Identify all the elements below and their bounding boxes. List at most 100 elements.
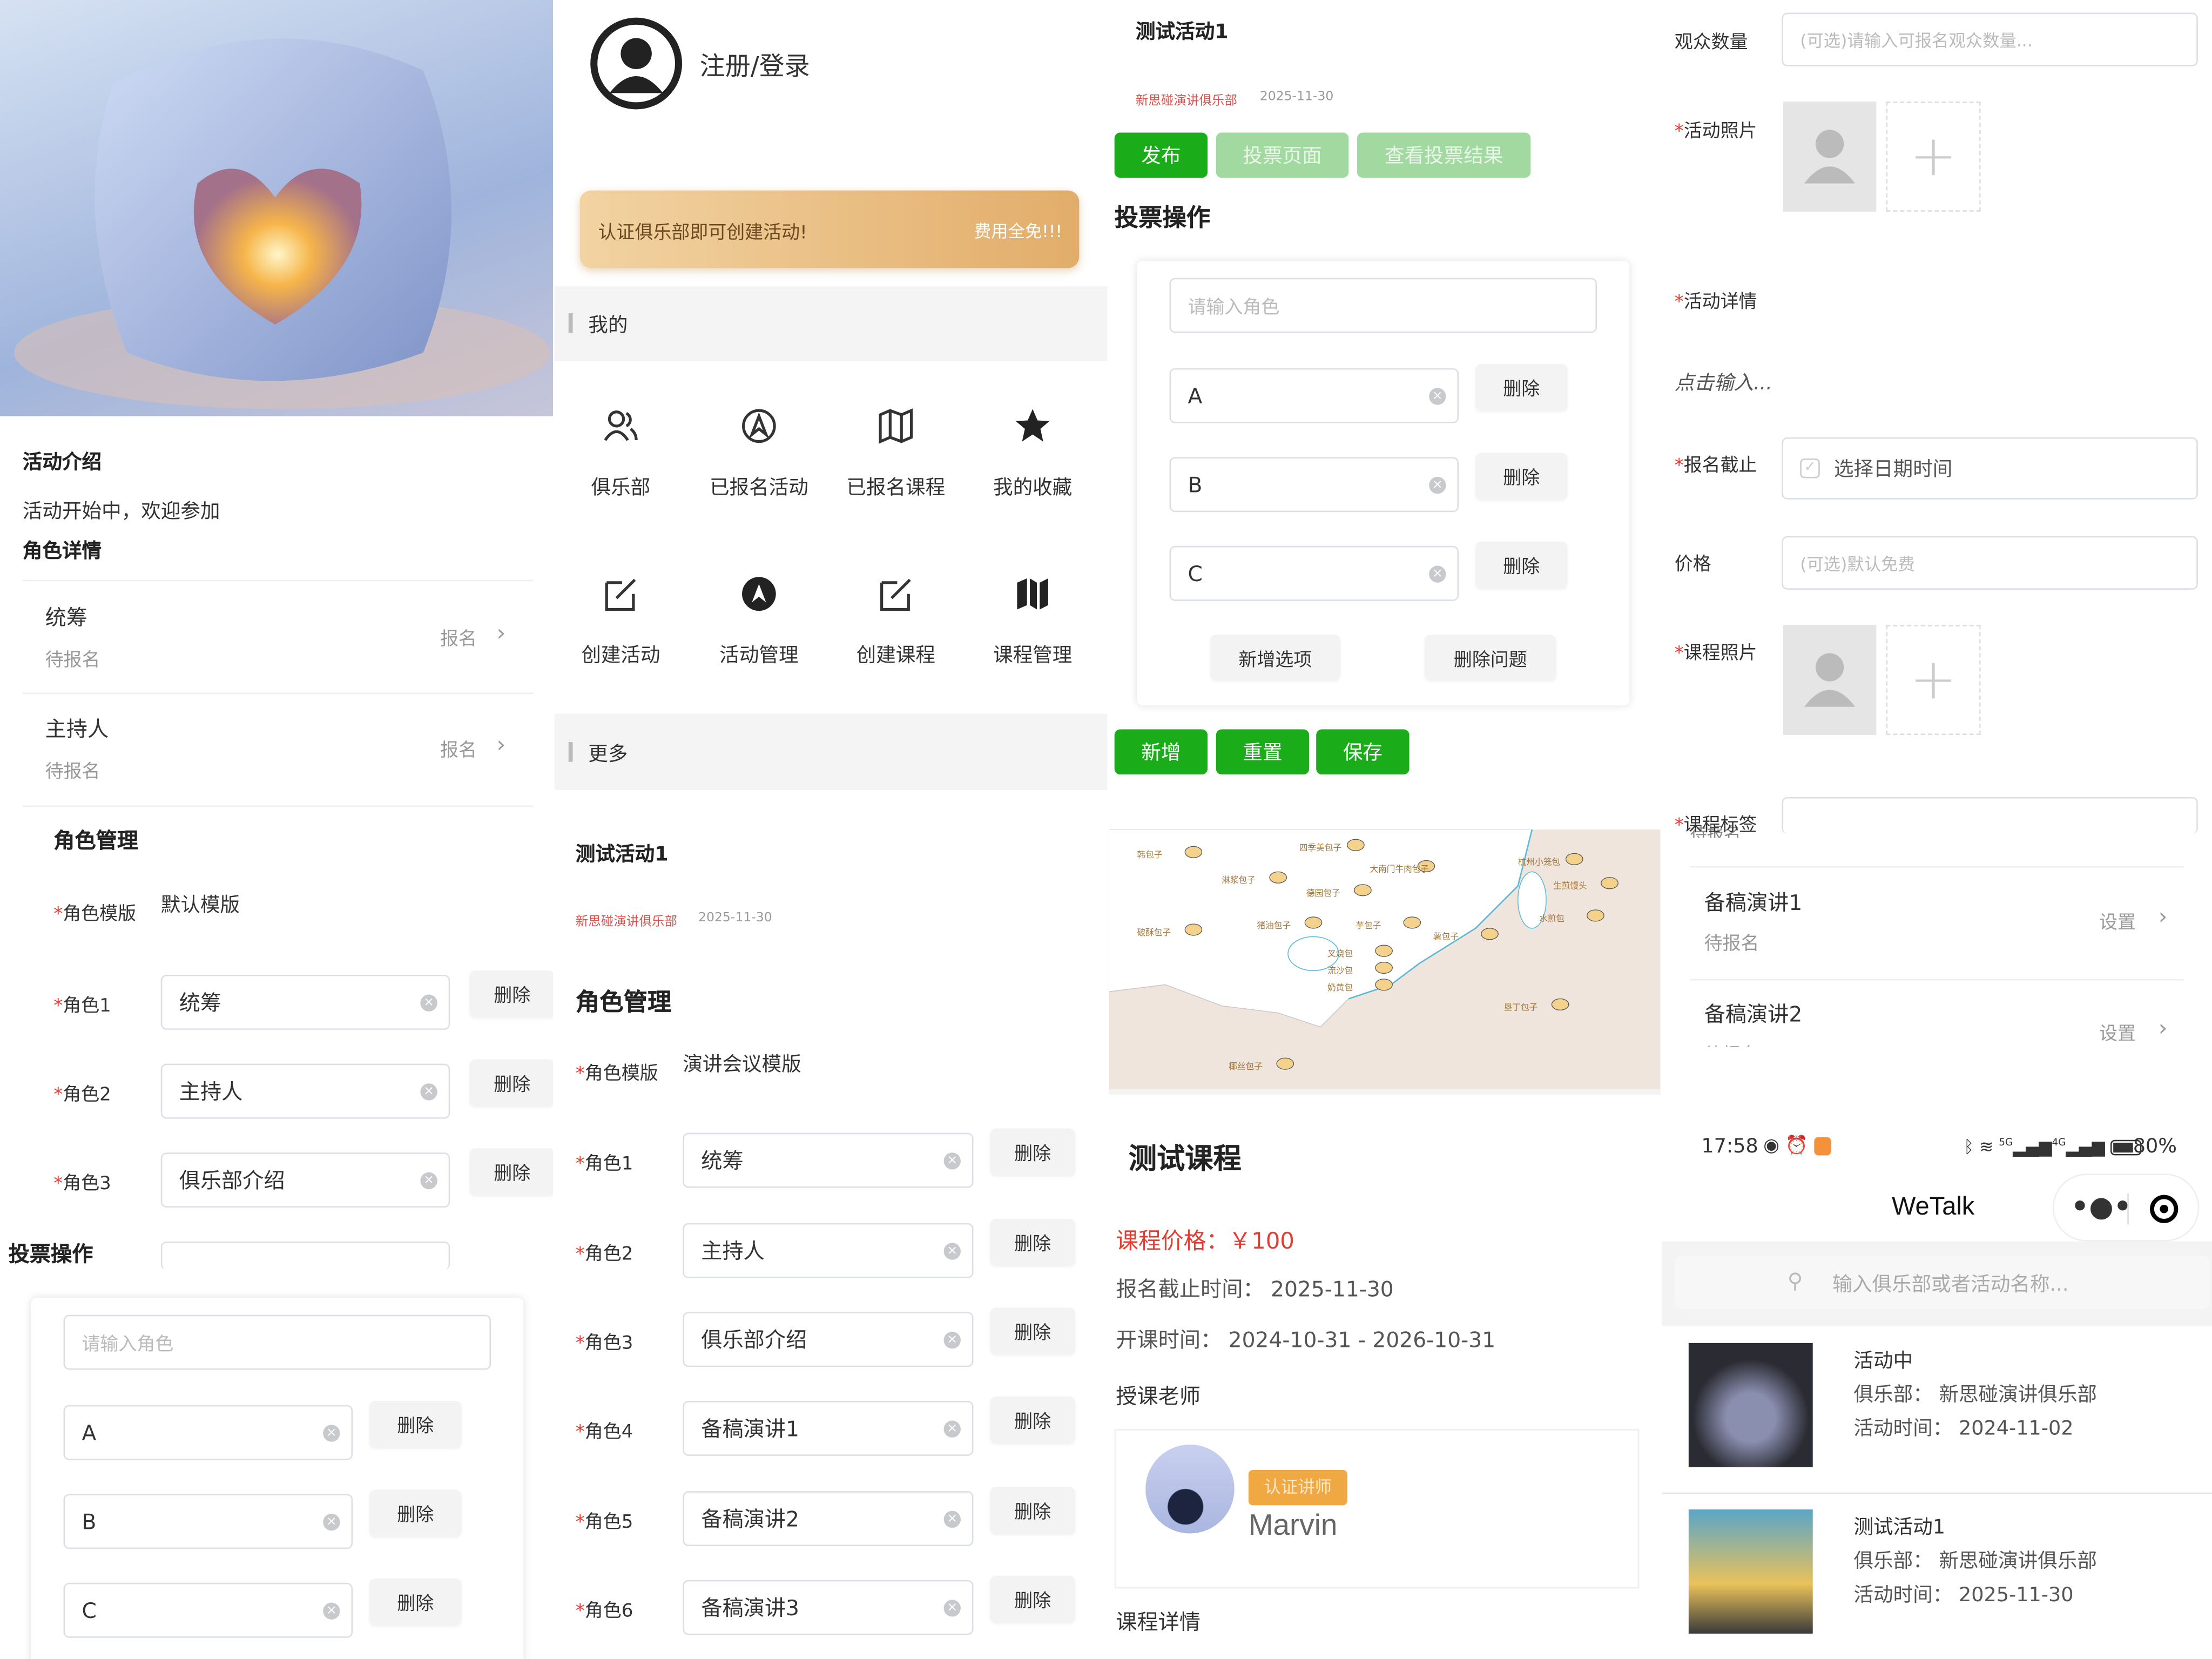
chevron-right-icon[interactable]: › [497, 731, 506, 758]
clear-icon[interactable]: × [1429, 565, 1446, 582]
grid-item[interactable]: 创建课程 [828, 574, 963, 680]
role-input[interactable]: 备稿演讲2 × [683, 1491, 974, 1547]
vote-role-input[interactable]: 请输入角色 [63, 1314, 491, 1370]
vote-result-button[interactable]: 查看投票结果 [1357, 132, 1531, 178]
publish-button[interactable]: 发布 [1114, 132, 1208, 178]
delete-button[interactable]: 删除 [469, 970, 553, 1017]
add-button[interactable]: 新增 [1114, 729, 1208, 775]
add-photo-button[interactable]: + [1886, 102, 1981, 212]
delete-button[interactable]: 删除 [990, 1487, 1075, 1534]
delete-question-button[interactable]: 删除问题 [1425, 635, 1556, 680]
option-input[interactable]: A × [63, 1405, 353, 1460]
role-input[interactable]: 统筹 × [683, 1132, 974, 1188]
option-input[interactable]: B × [1169, 457, 1459, 512]
option-input[interactable]: C × [1169, 545, 1459, 601]
vote-role-input[interactable]: 请输入角色 [1169, 278, 1597, 333]
clear-icon[interactable]: × [1429, 476, 1446, 493]
role-input[interactable]: 主持人 × [160, 1063, 450, 1119]
template-value[interactable]: 演讲会议模版 [683, 1050, 801, 1078]
price-input[interactable]: (可选)默认免费 [1782, 536, 2198, 590]
vote-page-button[interactable]: 投票页面 [1216, 132, 1349, 178]
delete-option-button[interactable]: 删除 [369, 1489, 462, 1536]
login-link[interactable]: 注册/登录 [700, 46, 810, 83]
delete-button[interactable]: 删除 [990, 1218, 1075, 1266]
option-input[interactable]: C × [63, 1582, 353, 1638]
option-value: B [82, 1508, 97, 1534]
template-value[interactable]: 默认模版 [161, 890, 240, 918]
user-avatar-icon[interactable] [590, 17, 683, 110]
course-period: 开课时间： 2024-10-31 - 2026-10-31 [1116, 1327, 1496, 1353]
delete-button[interactable]: 删除 [990, 1307, 1075, 1354]
grid-item[interactable]: 创建活动 [555, 574, 689, 680]
chevron-right-icon[interactable]: › [2159, 903, 2168, 930]
clear-icon[interactable]: × [420, 994, 437, 1011]
tag-label: *课程标签 [1675, 810, 1757, 832]
clear-icon[interactable]: × [943, 1242, 961, 1259]
delete-option-button[interactable]: 删除 [1475, 542, 1568, 589]
delete-option-button[interactable]: 删除 [1475, 363, 1568, 411]
clear-icon[interactable]: × [943, 1331, 961, 1348]
role-input[interactable]: 统筹 × [160, 975, 450, 1030]
deadline-picker[interactable]: ✓ 选择日期时间 [1782, 437, 2198, 500]
certify-banner[interactable]: 认证俱乐部即可创建活动! 费用全免!!! [579, 190, 1080, 268]
option-input[interactable]: A × [1169, 368, 1459, 423]
clear-icon[interactable]: × [420, 1082, 437, 1100]
grid-item[interactable]: 活动管理 [691, 574, 827, 680]
save-button[interactable]: 保存 [1316, 729, 1410, 775]
more-icon[interactable]: •●• [2071, 1189, 2132, 1223]
role-input[interactable]: 备稿演讲1 × [683, 1400, 974, 1456]
tag-input[interactable] [1782, 797, 2198, 834]
grid-item[interactable]: 俱乐部 [555, 406, 689, 512]
role-input[interactable]: 主持人 × [683, 1223, 974, 1278]
delete-button[interactable]: 删除 [990, 1128, 1075, 1175]
teacher-card[interactable]: 认证讲师 Marvin [1114, 1429, 1640, 1589]
signup-link[interactable]: 报名 [440, 624, 477, 650]
clear-icon[interactable]: × [1429, 387, 1446, 404]
audience-input[interactable]: (可选)请输入可报名观众数量... [1782, 12, 2198, 66]
clear-icon[interactable]: × [943, 1420, 961, 1437]
clear-icon[interactable]: × [323, 1602, 340, 1619]
activity-list-item[interactable]: 活动中 俱乐部： 新思碰演讲俱乐部 活动时间： 2024-11-02 [1662, 1329, 2212, 1481]
clear-icon[interactable]: × [323, 1513, 340, 1530]
delete-button[interactable]: 删除 [469, 1059, 553, 1106]
grid-item[interactable]: 我的收藏 [965, 406, 1101, 512]
delete-option-button[interactable]: 删除 [369, 1400, 462, 1448]
delete-button[interactable]: 删除 [990, 1397, 1075, 1444]
activity-title: 测试活动1 [575, 844, 669, 866]
clear-icon[interactable]: × [420, 1171, 437, 1189]
grid-item[interactable]: 课程管理 [965, 574, 1101, 680]
role-label-text: 角色1 [63, 996, 111, 1017]
teacher-avatar [1145, 1444, 1235, 1534]
search-input[interactable]: ⚲ 输入俱乐部或者活动名称... [1674, 1255, 2211, 1310]
clear-icon[interactable]: × [323, 1424, 340, 1441]
clear-icon[interactable]: × [943, 1599, 961, 1616]
course-photo-placeholder [1783, 625, 1877, 735]
role-input[interactable]: 俱乐部介绍 × [160, 1152, 450, 1208]
option-input[interactable]: B × [63, 1494, 353, 1549]
add-course-photo-button[interactable]: + [1886, 625, 1981, 735]
delete-option-button[interactable]: 删除 [1475, 453, 1568, 500]
activity-list-item[interactable]: 测试活动1 俱乐部： 新思碰演讲俱乐部 活动时间： 2025-11-30 [1662, 1495, 2212, 1648]
clear-icon[interactable]: × [943, 1151, 961, 1169]
delete-option-button[interactable]: 删除 [369, 1579, 462, 1626]
add-option-button[interactable]: 新增选项 [1210, 635, 1340, 680]
role-input[interactable]: 备稿演讲3 × [683, 1580, 974, 1635]
settings-link[interactable]: 设置 [2099, 1019, 2136, 1045]
delete-button[interactable]: 删除 [990, 1575, 1075, 1623]
signup-link[interactable]: 报名 [440, 735, 477, 761]
role-input-value: 统筹 [179, 990, 222, 1016]
chevron-right-icon[interactable]: › [497, 619, 506, 646]
settings-link[interactable]: 设置 [2099, 907, 2136, 934]
role-label-text: 角色1 [584, 1154, 633, 1175]
roles-title: 角色详情 [22, 540, 102, 563]
grid-item[interactable]: 已报名活动 [691, 406, 827, 512]
reset-button[interactable]: 重置 [1216, 729, 1310, 775]
detail-input[interactable]: 点击输入... [1675, 368, 1772, 396]
screenshot-collage: 活动介绍 活动开始中，欢迎参加 角色详情 统筹 待报名 报名 › 主持人 待报名 报名 › 角… [0, 0, 2212, 1659]
delete-button[interactable]: 删除 [469, 1148, 553, 1195]
grid-item[interactable]: 已报名课程 [828, 406, 963, 512]
clear-icon[interactable]: × [943, 1510, 961, 1527]
close-miniprogram-icon[interactable] [2150, 1195, 2179, 1223]
role-input[interactable]: 俱乐部介绍 × [683, 1312, 974, 1367]
chevron-right-icon[interactable]: › [2159, 1014, 2168, 1041]
